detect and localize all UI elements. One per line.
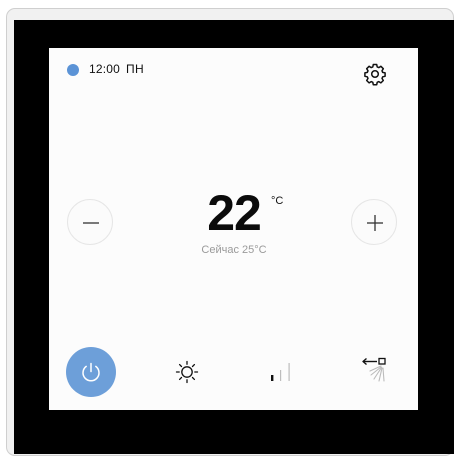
plus-icon [367,215,383,231]
increase-temp-button[interactable] [351,199,397,245]
mode-button[interactable] [173,358,201,386]
clock-day: ПН [126,62,145,76]
fan-speed-bar-2 [280,370,282,381]
target-temperature: 22 [207,185,262,241]
current-temperature-label: Сейчас 25°C [201,244,267,256]
swing-button[interactable] [360,355,390,385]
minus-icon [83,222,99,224]
clock-time: 12:00 [89,62,121,76]
swing-icon [362,357,386,382]
fan-speed-bar-3 [288,363,290,381]
power-button[interactable] [66,347,116,397]
thermostat-screen: 12:00 ПН 22 °C Сейчас 25°C [49,48,418,410]
power-icon [82,362,100,382]
fan-speed-button[interactable] [267,360,295,384]
fan-speed-bars-icon [271,363,290,381]
decrease-temp-button[interactable] [67,199,113,245]
temperature-unit: °C [271,195,284,207]
settings-button[interactable] [363,62,387,86]
gear-icon [364,63,386,86]
fan-speed-bar-1 [271,375,274,381]
status-indicator-dot [67,64,79,76]
sun-icon [175,360,199,384]
